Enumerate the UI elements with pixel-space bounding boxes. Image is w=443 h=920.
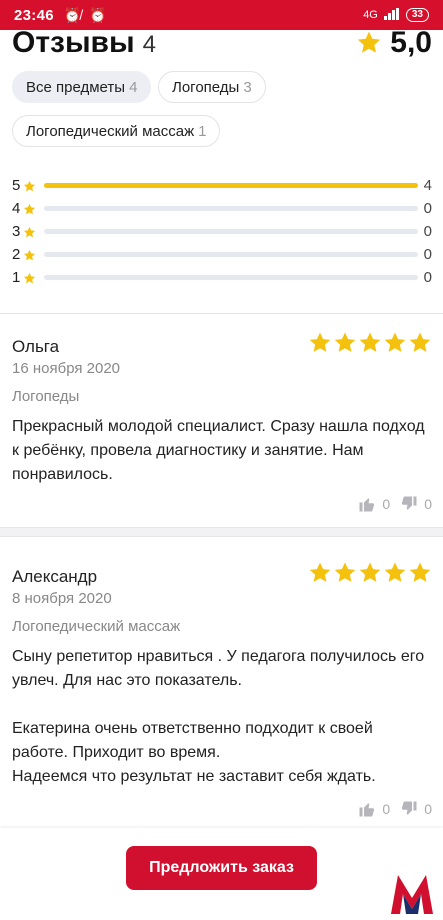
star-icon	[359, 562, 381, 582]
star-icon	[409, 562, 431, 582]
star-icon	[23, 249, 36, 261]
distribution-row-5: 54	[12, 177, 432, 195]
review-votes: 0 0	[358, 495, 432, 513]
review-card: Александр 8 ноября 2020 Логопедический м…	[12, 562, 432, 827]
chip-label: Логопедический массаж	[26, 122, 195, 140]
distribution-bar-track	[44, 206, 418, 211]
review-paragraph: Надеемся что результат не заставит себя …	[12, 768, 376, 785]
overall-rating: 5,0	[356, 26, 432, 60]
distribution-bar-fill	[44, 183, 418, 188]
distribution-count: 0	[423, 223, 432, 240]
network-label: 4G	[363, 9, 378, 21]
filter-chip-massage[interactable]: Логопедический массаж 1	[12, 115, 221, 147]
thumb-down-icon	[402, 496, 417, 510]
distribution-row-3: 30	[12, 223, 432, 241]
star-level-label: 2	[12, 246, 21, 263]
review-paragraph: Сыну репетитор нравиться . У педагога по…	[12, 648, 425, 689]
star-level-label: 5	[12, 177, 21, 194]
distribution-row-1: 10	[12, 269, 432, 287]
star-icon	[359, 332, 381, 352]
distribution-bar-track	[44, 183, 418, 188]
thumb-up-icon	[359, 498, 375, 512]
chip-count: 3	[243, 78, 252, 96]
bottom-action-bar: Предложить заказ	[0, 828, 443, 920]
distribution-count: 0	[423, 246, 432, 263]
star-level-label: 3	[12, 223, 21, 240]
star-icon	[23, 272, 36, 284]
battery-indicator: 33	[405, 8, 429, 22]
thumb-up-icon	[359, 803, 375, 817]
distribution-bar-track	[44, 252, 418, 257]
distribution-count: 4	[423, 177, 432, 194]
distribution-row-2: 20	[12, 246, 432, 264]
offer-order-button[interactable]: Предложить заказ	[126, 846, 317, 890]
alarm-off-icon: ⏰̸	[63, 6, 82, 23]
chip-count: 4	[129, 78, 138, 96]
star-icon	[358, 31, 381, 53]
star-icon	[309, 332, 331, 352]
review-text: Сыну репетитор нравиться . У педагога по…	[12, 645, 432, 789]
review-text: Прекрасный молодой специалист. Сразу наш…	[12, 415, 432, 487]
review-paragraph: Екатерина очень ответственно подходит к …	[12, 720, 373, 761]
like-count: 0	[382, 496, 391, 512]
star-icon	[409, 332, 431, 352]
reviewer-name: Ольга	[12, 337, 60, 356]
chip-label: Логопеды	[172, 78, 240, 96]
distribution-bar-track	[44, 229, 418, 234]
page-title: Отзывы	[12, 26, 135, 59]
dislike-button[interactable]: 0	[400, 800, 432, 818]
filter-chip-all[interactable]: Все предметы 4	[12, 71, 152, 103]
like-count: 0	[382, 801, 391, 817]
review-votes: 0 0	[358, 800, 432, 818]
distribution-row-4: 40	[12, 200, 432, 218]
star-icon	[334, 562, 356, 582]
review-date: 8 ноября 2020	[12, 590, 112, 607]
chip-label: Все предметы	[26, 78, 126, 96]
section-separator	[0, 527, 443, 537]
star-level-label: 4	[12, 200, 21, 217]
star-icon	[23, 180, 36, 192]
review-card: Ольга 16 ноября 2020 Логопеды Прекрасный…	[12, 332, 432, 527]
distribution-count: 0	[423, 200, 432, 217]
star-icon	[309, 562, 331, 582]
star-icon	[334, 332, 356, 352]
alarm-icon: ⏰	[89, 6, 107, 23]
review-stars	[308, 331, 432, 355]
review-paragraph	[12, 693, 432, 717]
signal-icon	[383, 7, 400, 23]
distribution-bar-track	[44, 275, 418, 280]
like-button[interactable]: 0	[358, 495, 390, 513]
filter-chip-speech-therapists[interactable]: Логопеды 3	[158, 71, 266, 103]
star-icon	[384, 332, 406, 352]
status-time: 23:46	[14, 6, 54, 24]
dislike-count: 0	[424, 801, 432, 817]
review-subject: Логопедический массаж	[12, 618, 181, 635]
review-date: 16 ноября 2020	[12, 360, 121, 377]
chip-count: 1	[198, 122, 207, 140]
reviewer-name: Александр	[12, 567, 98, 586]
rating-value: 5,0	[390, 26, 432, 59]
star-level-label: 1	[12, 269, 21, 286]
star-icon	[23, 226, 36, 238]
like-button[interactable]: 0	[358, 800, 390, 818]
review-paragraph: Прекрасный молодой специалист. Сразу наш…	[12, 418, 425, 483]
dislike-count: 0	[424, 496, 432, 512]
distribution-count: 0	[423, 269, 432, 286]
thumb-down-icon	[402, 801, 417, 815]
dislike-button[interactable]: 0	[400, 495, 432, 513]
brand-logo	[391, 875, 433, 914]
reviews-header: Отзывы 4 5,0	[12, 26, 432, 60]
reviews-count: 4	[142, 31, 156, 58]
review-stars	[308, 561, 432, 585]
star-icon	[23, 203, 36, 215]
review-subject: Логопеды	[12, 388, 80, 405]
divider	[0, 313, 443, 314]
star-icon	[384, 562, 406, 582]
